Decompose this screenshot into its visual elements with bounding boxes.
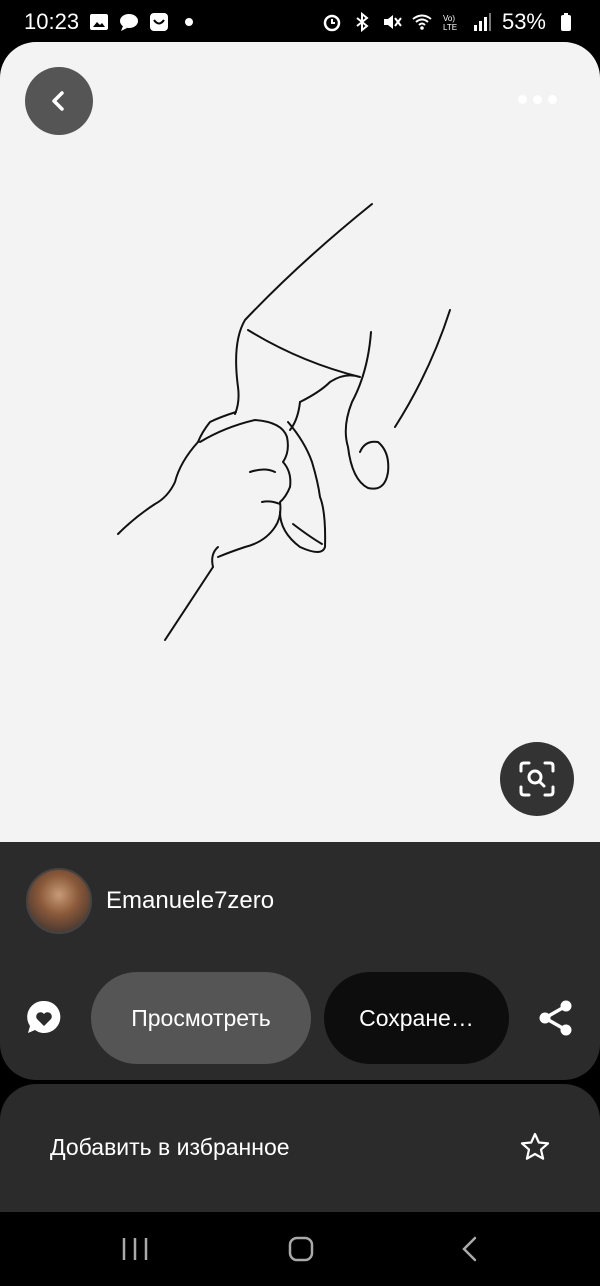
view-button[interactable]: Просмотреть — [91, 972, 311, 1064]
add-to-favorites-label[interactable]: Добавить в избранное — [50, 1134, 290, 1161]
svg-text:LTE: LTE — [443, 23, 457, 32]
message-icon — [120, 14, 139, 31]
add-to-favorites-row[interactable]: Добавить в избранное — [0, 1084, 600, 1214]
alarm-icon — [323, 14, 341, 32]
avatar[interactable] — [26, 868, 92, 934]
battery-percent: 53% — [501, 9, 546, 34]
system-nav-bar — [0, 1212, 600, 1286]
store-icon — [150, 13, 169, 31]
mute-icon — [383, 15, 402, 29]
pin-author[interactable]: Emanuele7zero — [26, 868, 274, 934]
more-options-button[interactable] — [512, 84, 562, 114]
bluetooth-icon — [356, 12, 369, 32]
author-name[interactable]: Emanuele7zero — [106, 887, 274, 915]
pin-actions: Просмотреть Сохране… — [0, 970, 600, 1066]
back-button[interactable] — [25, 67, 93, 135]
dot-icon — [185, 18, 194, 26]
status-time: 10:23 — [24, 9, 80, 34]
chevron-left-icon — [52, 91, 64, 111]
pin-image[interactable] — [0, 42, 600, 842]
battery-icon — [561, 13, 571, 31]
hands-line-drawing — [117, 203, 451, 641]
more-dot — [547, 94, 557, 104]
nav-back-icon[interactable] — [460, 1236, 480, 1262]
share-icon[interactable] — [536, 998, 576, 1038]
gallery-icon — [90, 14, 109, 30]
status-left: 10:23 — [24, 9, 199, 35]
svg-text:Vo): Vo) — [443, 14, 455, 23]
more-dot — [532, 94, 542, 104]
visual-search-button[interactable] — [500, 742, 574, 816]
lens-search-icon — [519, 761, 555, 797]
recent-apps-icon[interactable] — [120, 1236, 150, 1262]
wifi-icon — [412, 14, 432, 30]
status-bar: 10:23 Vo) LTE 53% — [0, 0, 600, 44]
signal-icon — [473, 13, 491, 31]
home-icon[interactable] — [288, 1236, 314, 1262]
star-icon[interactable] — [520, 1132, 550, 1162]
status-right: Vo) LTE 53% — [322, 9, 576, 35]
volte-icon: Vo)LTE — [443, 14, 457, 32]
more-dot — [517, 94, 527, 104]
save-button[interactable]: Сохране… — [324, 972, 509, 1064]
comment-heart-icon[interactable] — [24, 998, 64, 1038]
pin-card: Emanuele7zero Просмотреть Сохране… — [0, 42, 600, 1080]
